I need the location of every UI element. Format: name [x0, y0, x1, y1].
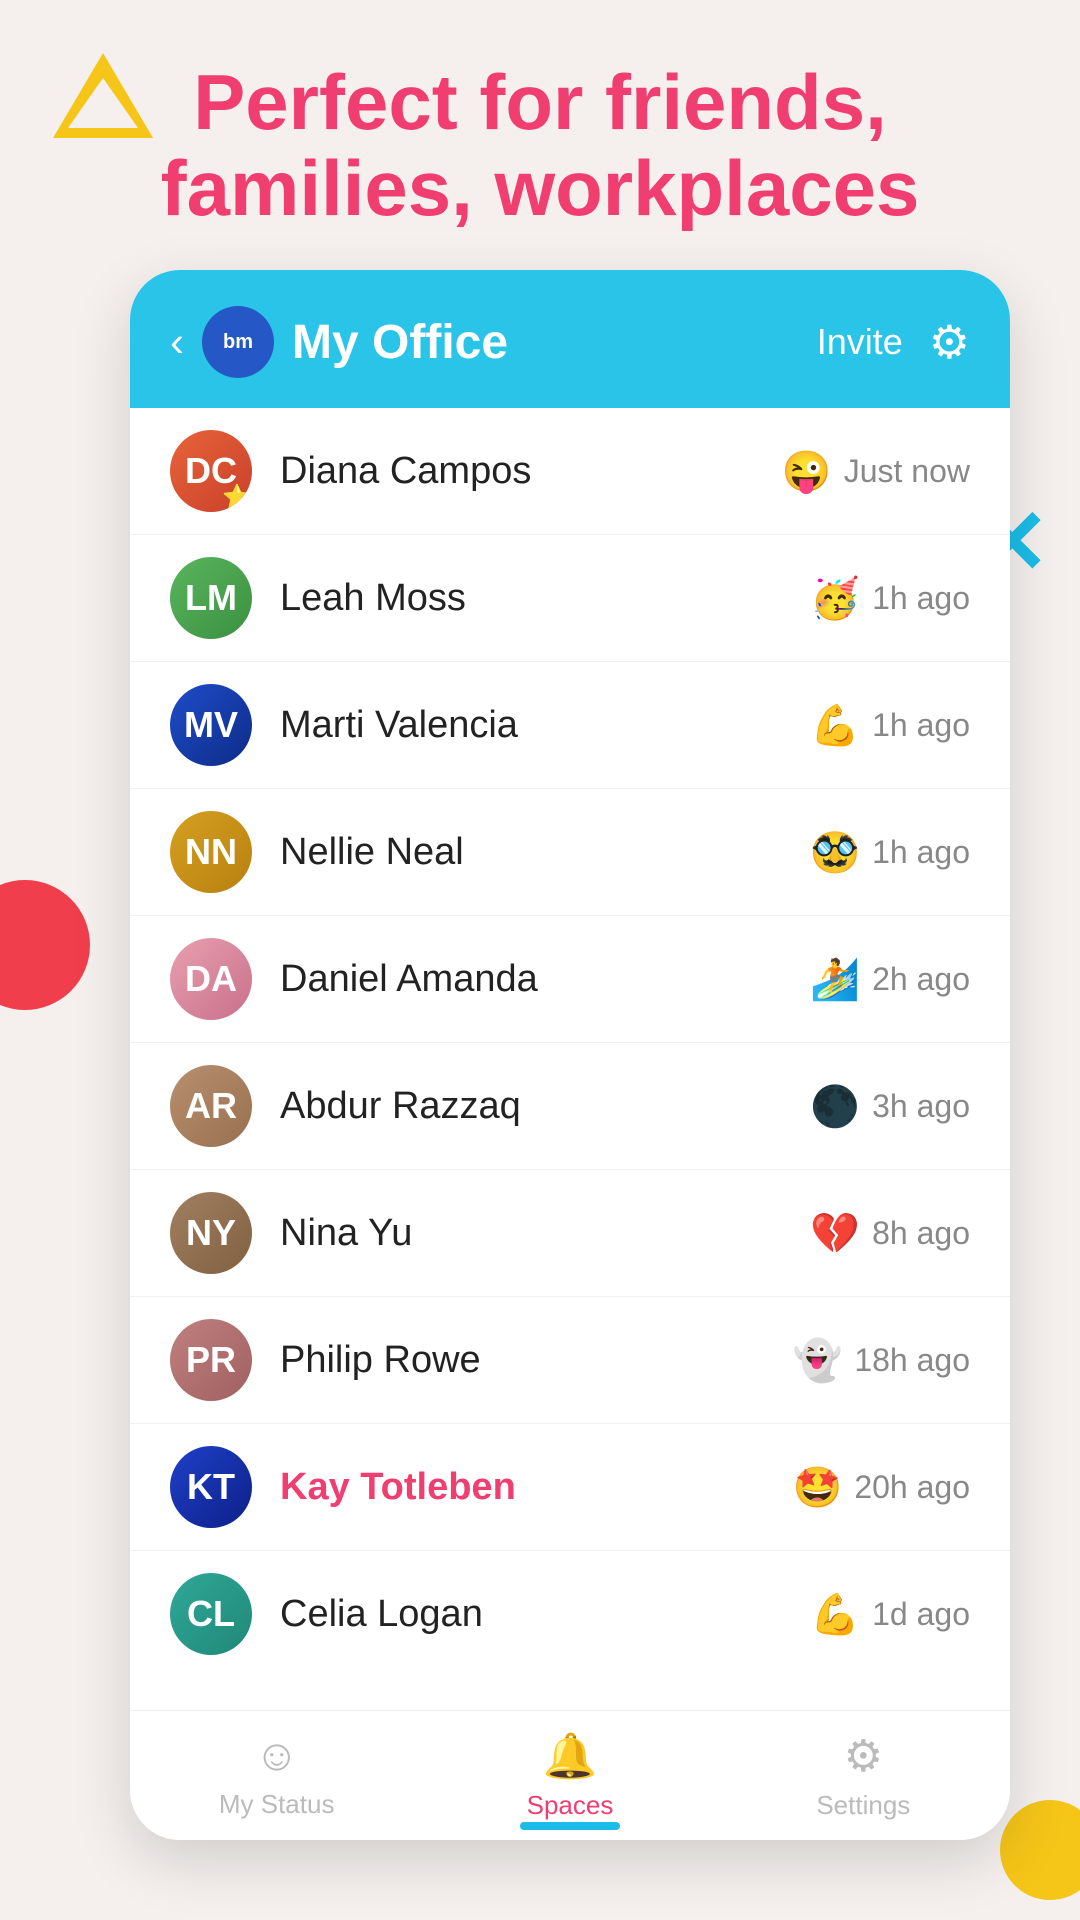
- status-time: 20h ago: [854, 1469, 970, 1506]
- status-info: 🥳 1h ago: [810, 575, 970, 622]
- member-name: Philip Rowe: [280, 1339, 765, 1382]
- member-avatar: NY: [170, 1192, 252, 1274]
- member-item[interactable]: KT Kay Totleben 🤩 20h ago: [130, 1424, 1010, 1551]
- headline: Perfect for friends, families, workplace…: [0, 60, 1080, 232]
- member-item[interactable]: MV Marti Valencia 💪 1h ago: [130, 662, 1010, 789]
- member-item[interactable]: PR Philip Rowe 👻 18h ago: [130, 1297, 1010, 1424]
- member-name: Nellie Neal: [280, 831, 782, 874]
- member-avatar: LM: [170, 557, 252, 639]
- member-avatar: DA: [170, 938, 252, 1020]
- member-name: Marti Valencia: [280, 704, 782, 747]
- member-name: Nina Yu: [280, 1212, 782, 1255]
- status-emoji: 👻: [793, 1337, 843, 1384]
- member-avatar: MV: [170, 684, 252, 766]
- member-item[interactable]: DC ⭐ Diana Campos 😜 Just now: [130, 408, 1010, 535]
- status-info: 🤩 20h ago: [793, 1464, 970, 1511]
- member-item[interactable]: DA Daniel Amanda 🏄 2h ago: [130, 916, 1010, 1043]
- status-time: 3h ago: [872, 1088, 970, 1125]
- settings-icon[interactable]: ⚙: [929, 315, 970, 369]
- group-avatar: bm: [202, 306, 274, 378]
- nav-icon: 🔔: [543, 1730, 598, 1782]
- status-emoji: 🏄: [810, 956, 860, 1003]
- status-time: 1h ago: [872, 707, 970, 744]
- back-button[interactable]: ‹: [170, 318, 184, 366]
- member-avatar: DC ⭐: [170, 430, 252, 512]
- nav-label: Settings: [816, 1790, 910, 1821]
- status-info: 🥸 1h ago: [810, 829, 970, 876]
- status-time: 1h ago: [872, 580, 970, 617]
- app-header: ‹ bm My Office Invite ⚙: [130, 270, 1010, 408]
- status-info: 🌑 3h ago: [810, 1083, 970, 1130]
- nav-label: My Status: [219, 1789, 335, 1820]
- member-avatar: CL: [170, 1573, 252, 1655]
- member-item[interactable]: NY Nina Yu 💔 8h ago: [130, 1170, 1010, 1297]
- status-time: 18h ago: [854, 1342, 970, 1379]
- nav-item-my-status[interactable]: ☺ My Status: [130, 1731, 423, 1820]
- decorative-circle-gold: [1000, 1800, 1080, 1900]
- member-avatar: KT: [170, 1446, 252, 1528]
- member-name: Diana Campos: [280, 450, 754, 493]
- status-info: 💪 1h ago: [810, 702, 970, 749]
- status-time: 1d ago: [872, 1596, 970, 1633]
- nav-icon: ☺: [254, 1731, 299, 1781]
- nav-label: Spaces: [527, 1790, 614, 1821]
- status-emoji: 💔: [810, 1210, 860, 1257]
- group-name: My Office: [292, 315, 508, 370]
- member-name: Daniel Amanda: [280, 958, 782, 1001]
- status-time: 2h ago: [872, 961, 970, 998]
- member-avatar: AR: [170, 1065, 252, 1147]
- member-list: DC ⭐ Diana Campos 😜 Just now LM Leah Mos…: [130, 408, 1010, 1668]
- nav-item-spaces[interactable]: 🔔 Spaces: [423, 1730, 716, 1821]
- member-name: Kay Totleben: [280, 1466, 765, 1509]
- nav-icon: ⚙: [844, 1731, 883, 1782]
- decorative-circle-red: [0, 880, 90, 1010]
- member-item[interactable]: LM Leah Moss 🥳 1h ago: [130, 535, 1010, 662]
- member-item[interactable]: NN Nellie Neal 🥸 1h ago: [130, 789, 1010, 916]
- invite-button[interactable]: Invite: [817, 321, 903, 363]
- status-emoji: 🥸: [810, 829, 860, 876]
- status-info: 💪 1d ago: [810, 1591, 970, 1638]
- member-item[interactable]: AR Abdur Razzaq 🌑 3h ago: [130, 1043, 1010, 1170]
- status-time: Just now: [844, 453, 970, 490]
- status-info: 👻 18h ago: [793, 1337, 970, 1384]
- member-name: Abdur Razzaq: [280, 1085, 782, 1128]
- member-name: Leah Moss: [280, 577, 782, 620]
- nav-indicator: [520, 1822, 620, 1830]
- status-emoji: 💪: [810, 1591, 860, 1638]
- member-avatar: PR: [170, 1319, 252, 1401]
- status-emoji: 🌑: [810, 1083, 860, 1130]
- status-time: 8h ago: [872, 1215, 970, 1252]
- bottom-nav: ☺ My Status 🔔 Spaces ⚙ Settings: [130, 1710, 1010, 1840]
- member-avatar: NN: [170, 811, 252, 893]
- status-time: 1h ago: [872, 834, 970, 871]
- status-emoji: 🥳: [810, 575, 860, 622]
- member-name: Celia Logan: [280, 1593, 782, 1636]
- star-badge: ⭐: [222, 483, 252, 512]
- phone-mockup: ‹ bm My Office Invite ⚙ DC ⭐ Diana Campo…: [130, 270, 1010, 1840]
- member-item[interactable]: CL Celia Logan 💪 1d ago: [130, 1551, 1010, 1668]
- status-emoji: 😜: [782, 448, 832, 495]
- status-emoji: 🤩: [793, 1464, 843, 1511]
- nav-item-settings[interactable]: ⚙ Settings: [717, 1731, 1010, 1821]
- status-info: 😜 Just now: [782, 448, 970, 495]
- status-info: 🏄 2h ago: [810, 956, 970, 1003]
- status-emoji: 💪: [810, 702, 860, 749]
- status-info: 💔 8h ago: [810, 1210, 970, 1257]
